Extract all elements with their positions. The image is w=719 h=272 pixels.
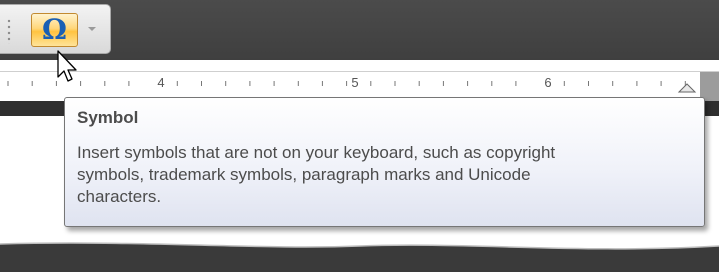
tooltip-body: Insert symbols that are not on your keyb… — [77, 142, 692, 208]
ruler-label: 5 — [351, 75, 358, 90]
chevron-down-icon[interactable] — [88, 27, 96, 31]
page-bottom-edge — [0, 242, 719, 272]
mouse-pointer-icon — [57, 50, 77, 82]
tooltip-body-line: symbols, trademark symbols, paragraph ma… — [77, 165, 531, 184]
ruler-label: 4 — [157, 75, 164, 90]
quick-access-toolbar: Ω — [0, 4, 111, 54]
right-indent-marker[interactable] — [677, 83, 697, 93]
toolbar-grip-icon[interactable] — [7, 18, 11, 44]
symbol-button[interactable]: Ω — [31, 13, 78, 47]
ruler-label: 6 — [544, 75, 551, 90]
ruler-ticks — [7, 81, 686, 86]
omega-icon: Ω — [42, 12, 67, 46]
tooltip-body-line: characters. — [77, 187, 162, 206]
tooltip-title: Symbol — [77, 108, 139, 127]
symbol-tooltip: Symbol Insert symbols that are not on yo… — [64, 97, 705, 227]
tooltip-body-line: Insert symbols that are not on your keyb… — [77, 143, 556, 162]
